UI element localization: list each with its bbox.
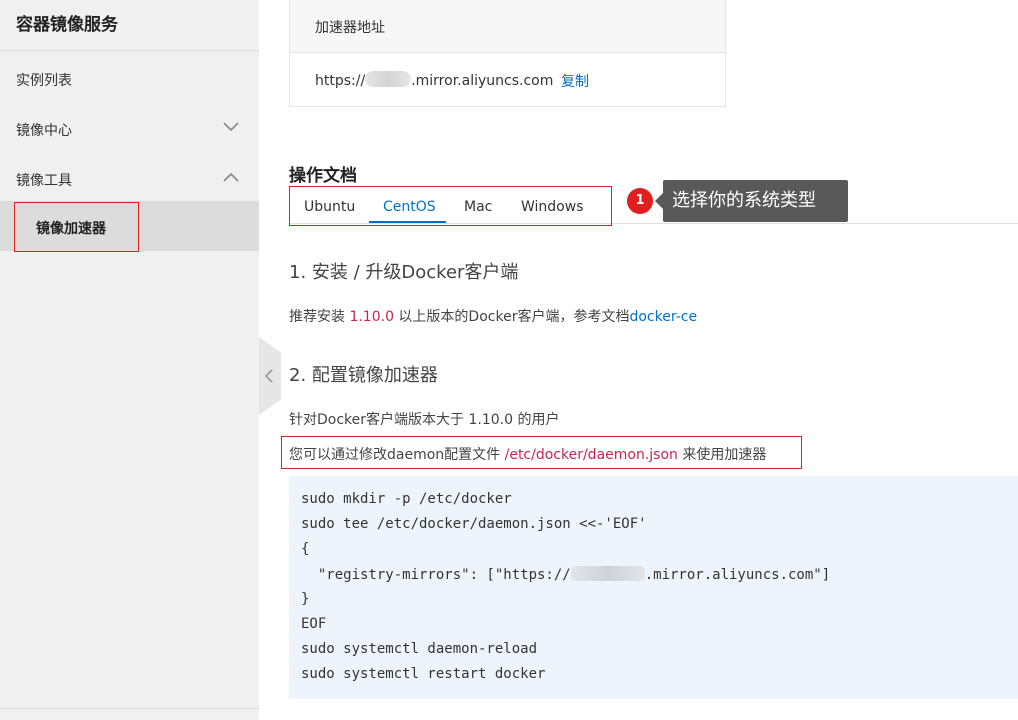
url-prefix: https:// [315, 73, 366, 89]
copy-link[interactable]: 复制 [561, 71, 589, 91]
sidebar-item-label: 镜像加速器 [36, 221, 106, 237]
code-text: "registry-mirrors": ["https:// [301, 567, 571, 583]
code-block: sudo mkdir -p /etc/docker sudo tee /etc/… [289, 476, 1018, 699]
highlight-box [281, 436, 802, 469]
code-line: sudo systemctl daemon-reload [301, 641, 538, 657]
accelerator-panel: 加速器地址 https:// .mirror.aliyuncs.com 复制 [289, 0, 726, 107]
sidebar-item-label: 实例列表 [16, 73, 72, 89]
sidebar-item-image-tools[interactable]: 镜像工具 [0, 153, 259, 203]
code-line: EOF [301, 616, 327, 632]
redacted-id [365, 71, 412, 87]
code-line: sudo tee /etc/docker/daemon.json <<-'EOF… [301, 516, 647, 532]
docker-ce-link[interactable]: docker-ce [629, 309, 697, 325]
sidebar-collapse-handle[interactable] [259, 337, 281, 415]
version-text: 1.10.0 [349, 309, 394, 325]
code-line: sudo mkdir -p /etc/docker [301, 491, 512, 507]
code-line: { [301, 541, 310, 557]
chevron-down-icon [223, 122, 239, 132]
divider [0, 50, 259, 51]
docs-title: 操作文档 [289, 166, 357, 186]
annotation-badge: 1 [627, 188, 653, 214]
code-line: "registry-mirrors": ["https:// .mirror.al… [301, 566, 830, 583]
chevron-left-icon [264, 369, 273, 383]
text: 以上版本的Docker客户端，参考文档 [393, 309, 630, 325]
code-line: } [301, 591, 310, 607]
sidebar-item-image-accelerator[interactable]: 镜像加速器 [0, 201, 259, 252]
url-suffix: .mirror.aliyuncs.com [411, 73, 554, 89]
accelerator-header: 加速器地址 [290, 0, 725, 53]
text: 推荐安装 [289, 309, 350, 325]
accelerator-url: https:// .mirror.aliyuncs.com [315, 71, 553, 89]
accelerator-header-label: 加速器地址 [315, 20, 385, 36]
redacted-id [570, 566, 645, 581]
section-config-title: 2. 配置镜像加速器 [289, 365, 438, 386]
sidebar-item-image-center[interactable]: 镜像中心 [0, 103, 259, 153]
sidebar-item-label: 镜像中心 [16, 123, 72, 139]
highlight-box [289, 186, 612, 226]
sidebar: 容器镜像服务 实例列表 镜像中心 镜像工具 镜像加速器 [0, 0, 259, 720]
code-line: sudo systemctl restart docker [301, 666, 546, 682]
chevron-up-icon [223, 172, 239, 182]
sidebar-title: 容器镜像服务 [16, 15, 118, 35]
annotation-tooltip: 选择你的系统类型 [655, 180, 848, 222]
section-install-text: 推荐安装 1.10.0 以上版本的Docker客户端，参考文档docker-ce [289, 306, 697, 326]
sidebar-item-instance-list[interactable]: 实例列表 [0, 53, 259, 103]
divider [0, 708, 259, 709]
section-config-text: 针对Docker客户端版本大于 1.10.0 的用户 [289, 412, 560, 428]
sidebar-item-label: 镜像工具 [16, 173, 72, 189]
code-text: .mirror.aliyuncs.com"] [644, 567, 831, 583]
section-install-title: 1. 安装 / 升级Docker客户端 [289, 262, 519, 283]
